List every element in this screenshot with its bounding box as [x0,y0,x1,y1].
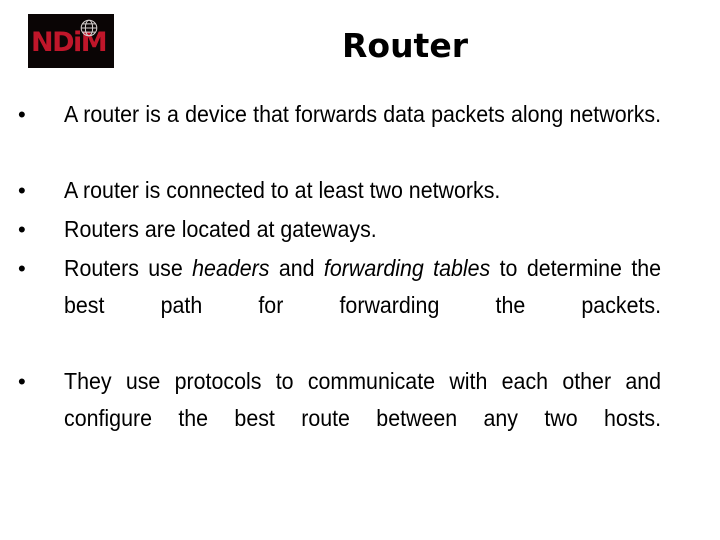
list-item: • A router is a device that forwards dat… [14,96,706,170]
bullet-text-5: They use protocols to communicate with e… [64,363,661,474]
plain-text: Routers use [64,255,193,281]
bullet-text-2: A router is connected to at least two ne… [64,172,661,209]
bullet-marker-icon: • [18,217,26,242]
plain-text: and [269,255,324,281]
emphasis-text: headers [192,255,270,281]
logo-inner: NDiM [28,14,114,68]
list-item: • They use protocols to communicate with… [14,363,706,474]
plain-text: A router is a device that forwards data … [64,101,662,127]
bullet-marker-icon: • [18,256,26,281]
bullet-marker-icon: • [18,178,26,203]
plain-text: Routers are located at gateways. [64,216,377,242]
globe-grid-icon [80,19,98,37]
slide: NDiM Router • A router is a device that … [0,0,720,540]
bullet-marker-icon: • [18,102,26,127]
plain-text: A router is connected to at least two ne… [64,177,501,203]
list-item: • A router is connected to at least two … [14,172,706,209]
bullet-marker-icon: • [18,369,26,394]
bullet-text-4: Routers use headers and forwarding table… [64,250,661,361]
list-item: • Routers use headers and forwarding tab… [14,250,706,361]
page-title: Router [341,26,468,65]
plain-text: They use protocols to communicate with e… [64,368,662,431]
bullet-list: • A router is a device that forwards dat… [14,96,706,476]
emphasis-text: forwarding tables [323,255,491,281]
bullet-text-3: Routers are located at gateways. [64,211,661,248]
bullet-text-1: A router is a device that forwards data … [64,96,661,170]
ndim-logo: NDiM [28,14,114,68]
list-item: • Routers are located at gateways. [14,211,706,248]
